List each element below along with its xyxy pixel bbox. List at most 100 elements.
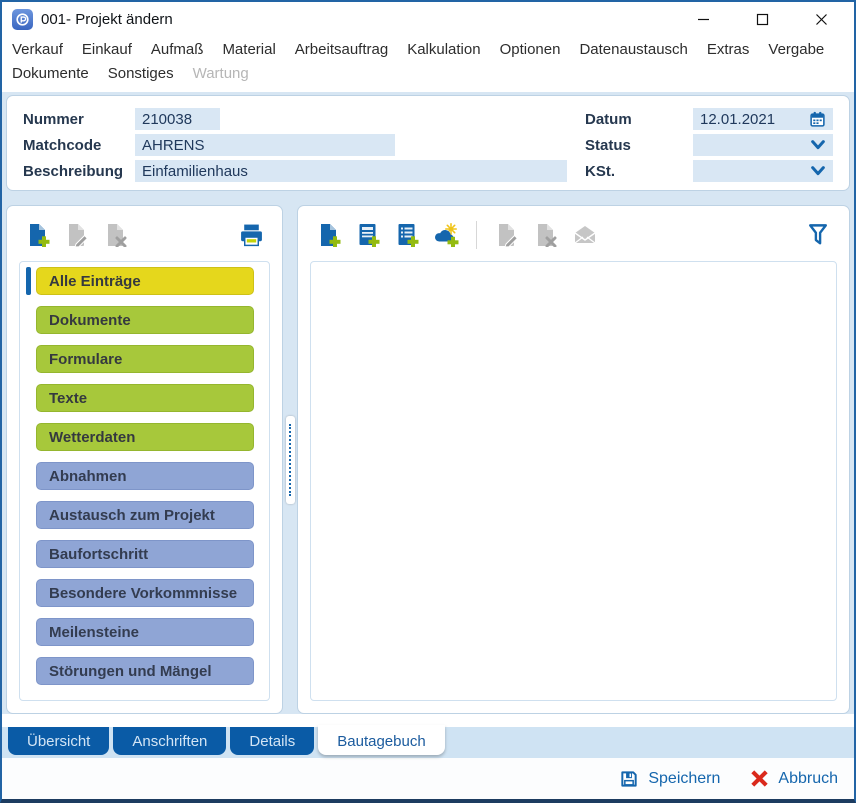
category-row: Formulare: [26, 345, 263, 373]
title-bar: 001- Projekt ändern: [2, 2, 854, 36]
menu-material[interactable]: Material: [222, 38, 275, 62]
window-controls: [692, 8, 844, 30]
save-label: Speichern: [648, 770, 720, 788]
category-row: Besondere Vorkommnisse: [26, 579, 263, 607]
menu-datenaustausch[interactable]: Datenaustausch: [579, 38, 687, 62]
edit-entry-icon: [64, 222, 90, 248]
category-alle-eintraege[interactable]: Alle Einträge: [36, 267, 254, 295]
entries-toolbar: [310, 216, 837, 254]
menu-extras[interactable]: Extras: [707, 38, 750, 62]
app-window: 001- Projekt ändern Verkauf Einkauf Aufm…: [0, 0, 856, 803]
content-area: Nummer 210038 Matchcode AHRENS Beschreib…: [2, 92, 854, 799]
category-list: Alle Einträge Dokumente Formulare Texte: [19, 261, 270, 701]
nummer-label: Nummer: [23, 111, 135, 128]
edit-document-icon: [494, 222, 520, 248]
chevron-down-icon[interactable]: [810, 138, 826, 152]
category-besondere-vorkommnisse[interactable]: Besondere Vorkommnisse: [36, 579, 254, 607]
menu-arbeitsauftrag[interactable]: Arbeitsauftrag: [295, 38, 388, 62]
cancel-label: Abbruch: [778, 770, 838, 788]
splitter-dots: [289, 424, 291, 496]
app-logo-icon: [12, 9, 33, 30]
category-row: Störungen und Mängel: [26, 657, 263, 685]
minimize-icon[interactable]: [692, 8, 714, 30]
category-row: Meilensteine: [26, 618, 263, 646]
menu-wartung: Wartung: [193, 62, 249, 86]
splitter-handle[interactable]: [286, 416, 295, 504]
calendar-icon[interactable]: [809, 111, 826, 128]
category-dokumente[interactable]: Dokumente: [36, 306, 254, 334]
delete-document-icon: [533, 222, 559, 248]
mail-icon: [572, 222, 598, 248]
diary-panels: Alle Einträge Dokumente Formulare Texte: [6, 205, 850, 714]
beschreibung-label: Beschreibung: [23, 163, 135, 180]
tab-details[interactable]: Details: [230, 727, 314, 755]
footer-bar: Speichern Abbruch: [2, 758, 854, 799]
maximize-icon[interactable]: [751, 8, 773, 30]
beschreibung-value: Einfamilienhaus: [142, 163, 560, 180]
category-row: Alle Einträge: [26, 267, 263, 295]
nummer-value: 210038: [142, 111, 213, 128]
category-formulare[interactable]: Formulare: [36, 345, 254, 373]
datum-field[interactable]: 12.01.2021: [693, 108, 833, 130]
menu-kalkulation[interactable]: Kalkulation: [407, 38, 480, 62]
menu-dokumente[interactable]: Dokumente: [12, 62, 89, 86]
cancel-button[interactable]: Abbruch: [750, 769, 838, 788]
category-stoerungen-und-maengel[interactable]: Störungen und Mängel: [36, 657, 254, 685]
nummer-field[interactable]: 210038: [135, 108, 220, 130]
category-row: Abnahmen: [26, 462, 263, 490]
category-panel: Alle Einträge Dokumente Formulare Texte: [6, 205, 283, 714]
menu-aufmass[interactable]: Aufmaß: [151, 38, 204, 62]
new-text-icon[interactable]: [394, 222, 420, 248]
tab-uebersicht[interactable]: Übersicht: [8, 727, 109, 755]
category-meilensteine[interactable]: Meilensteine: [36, 618, 254, 646]
category-row: Austausch zum Projekt: [26, 501, 263, 529]
new-weather-icon[interactable]: [433, 222, 459, 248]
matchcode-field[interactable]: AHRENS: [135, 134, 395, 156]
category-row: Texte: [26, 384, 263, 412]
menu-verkauf[interactable]: Verkauf: [12, 38, 63, 62]
category-abnahmen[interactable]: Abnahmen: [36, 462, 254, 490]
project-header-form: Nummer 210038 Matchcode AHRENS Beschreib…: [6, 95, 850, 191]
category-wetterdaten[interactable]: Wetterdaten: [36, 423, 254, 451]
filter-icon[interactable]: [805, 222, 831, 248]
category-baufortschritt[interactable]: Baufortschritt: [36, 540, 254, 568]
new-document-icon[interactable]: [316, 222, 342, 248]
cancel-x-icon: [750, 769, 769, 788]
category-austausch-zum-projekt[interactable]: Austausch zum Projekt: [36, 501, 254, 529]
print-icon[interactable]: [238, 222, 264, 248]
close-icon[interactable]: [810, 8, 832, 30]
panel-splitter: [283, 205, 297, 714]
kst-select[interactable]: [693, 160, 833, 182]
chevron-down-icon[interactable]: [810, 164, 826, 178]
new-form-icon[interactable]: [355, 222, 381, 248]
category-row: Dokumente: [26, 306, 263, 334]
matchcode-label: Matchcode: [23, 137, 135, 154]
menu-sonstiges[interactable]: Sonstiges: [108, 62, 174, 86]
toolbar-separator: [476, 221, 477, 249]
new-entry-icon[interactable]: [25, 222, 51, 248]
tab-anschriften[interactable]: Anschriften: [113, 727, 226, 755]
category-row: Wetterdaten: [26, 423, 263, 451]
save-icon: [619, 769, 639, 789]
datum-value: 12.01.2021: [700, 111, 809, 128]
menu-vergabe[interactable]: Vergabe: [768, 38, 824, 62]
tab-bautagebuch[interactable]: Bautagebuch: [318, 725, 444, 755]
delete-entry-icon: [103, 222, 129, 248]
menu-optionen[interactable]: Optionen: [500, 38, 561, 62]
beschreibung-field[interactable]: Einfamilienhaus: [135, 160, 567, 182]
entries-list-empty[interactable]: [310, 261, 837, 701]
entries-panel: [297, 205, 850, 714]
status-select[interactable]: [693, 134, 833, 156]
window-title: 001- Projekt ändern: [41, 11, 173, 28]
kst-label: KSt.: [585, 163, 693, 180]
menu-einkauf[interactable]: Einkauf: [82, 38, 132, 62]
save-button[interactable]: Speichern: [619, 769, 720, 789]
status-label: Status: [585, 137, 693, 154]
category-toolbar: [19, 216, 270, 254]
menu-bar: Verkauf Einkauf Aufmaß Material Arbeitsa…: [2, 36, 854, 92]
active-indicator: [26, 267, 31, 295]
category-row: Baufortschritt: [26, 540, 263, 568]
datum-label: Datum: [585, 111, 693, 128]
category-texte[interactable]: Texte: [36, 384, 254, 412]
tab-bar: Übersicht Anschriften Details Bautagebuc…: [2, 727, 854, 758]
